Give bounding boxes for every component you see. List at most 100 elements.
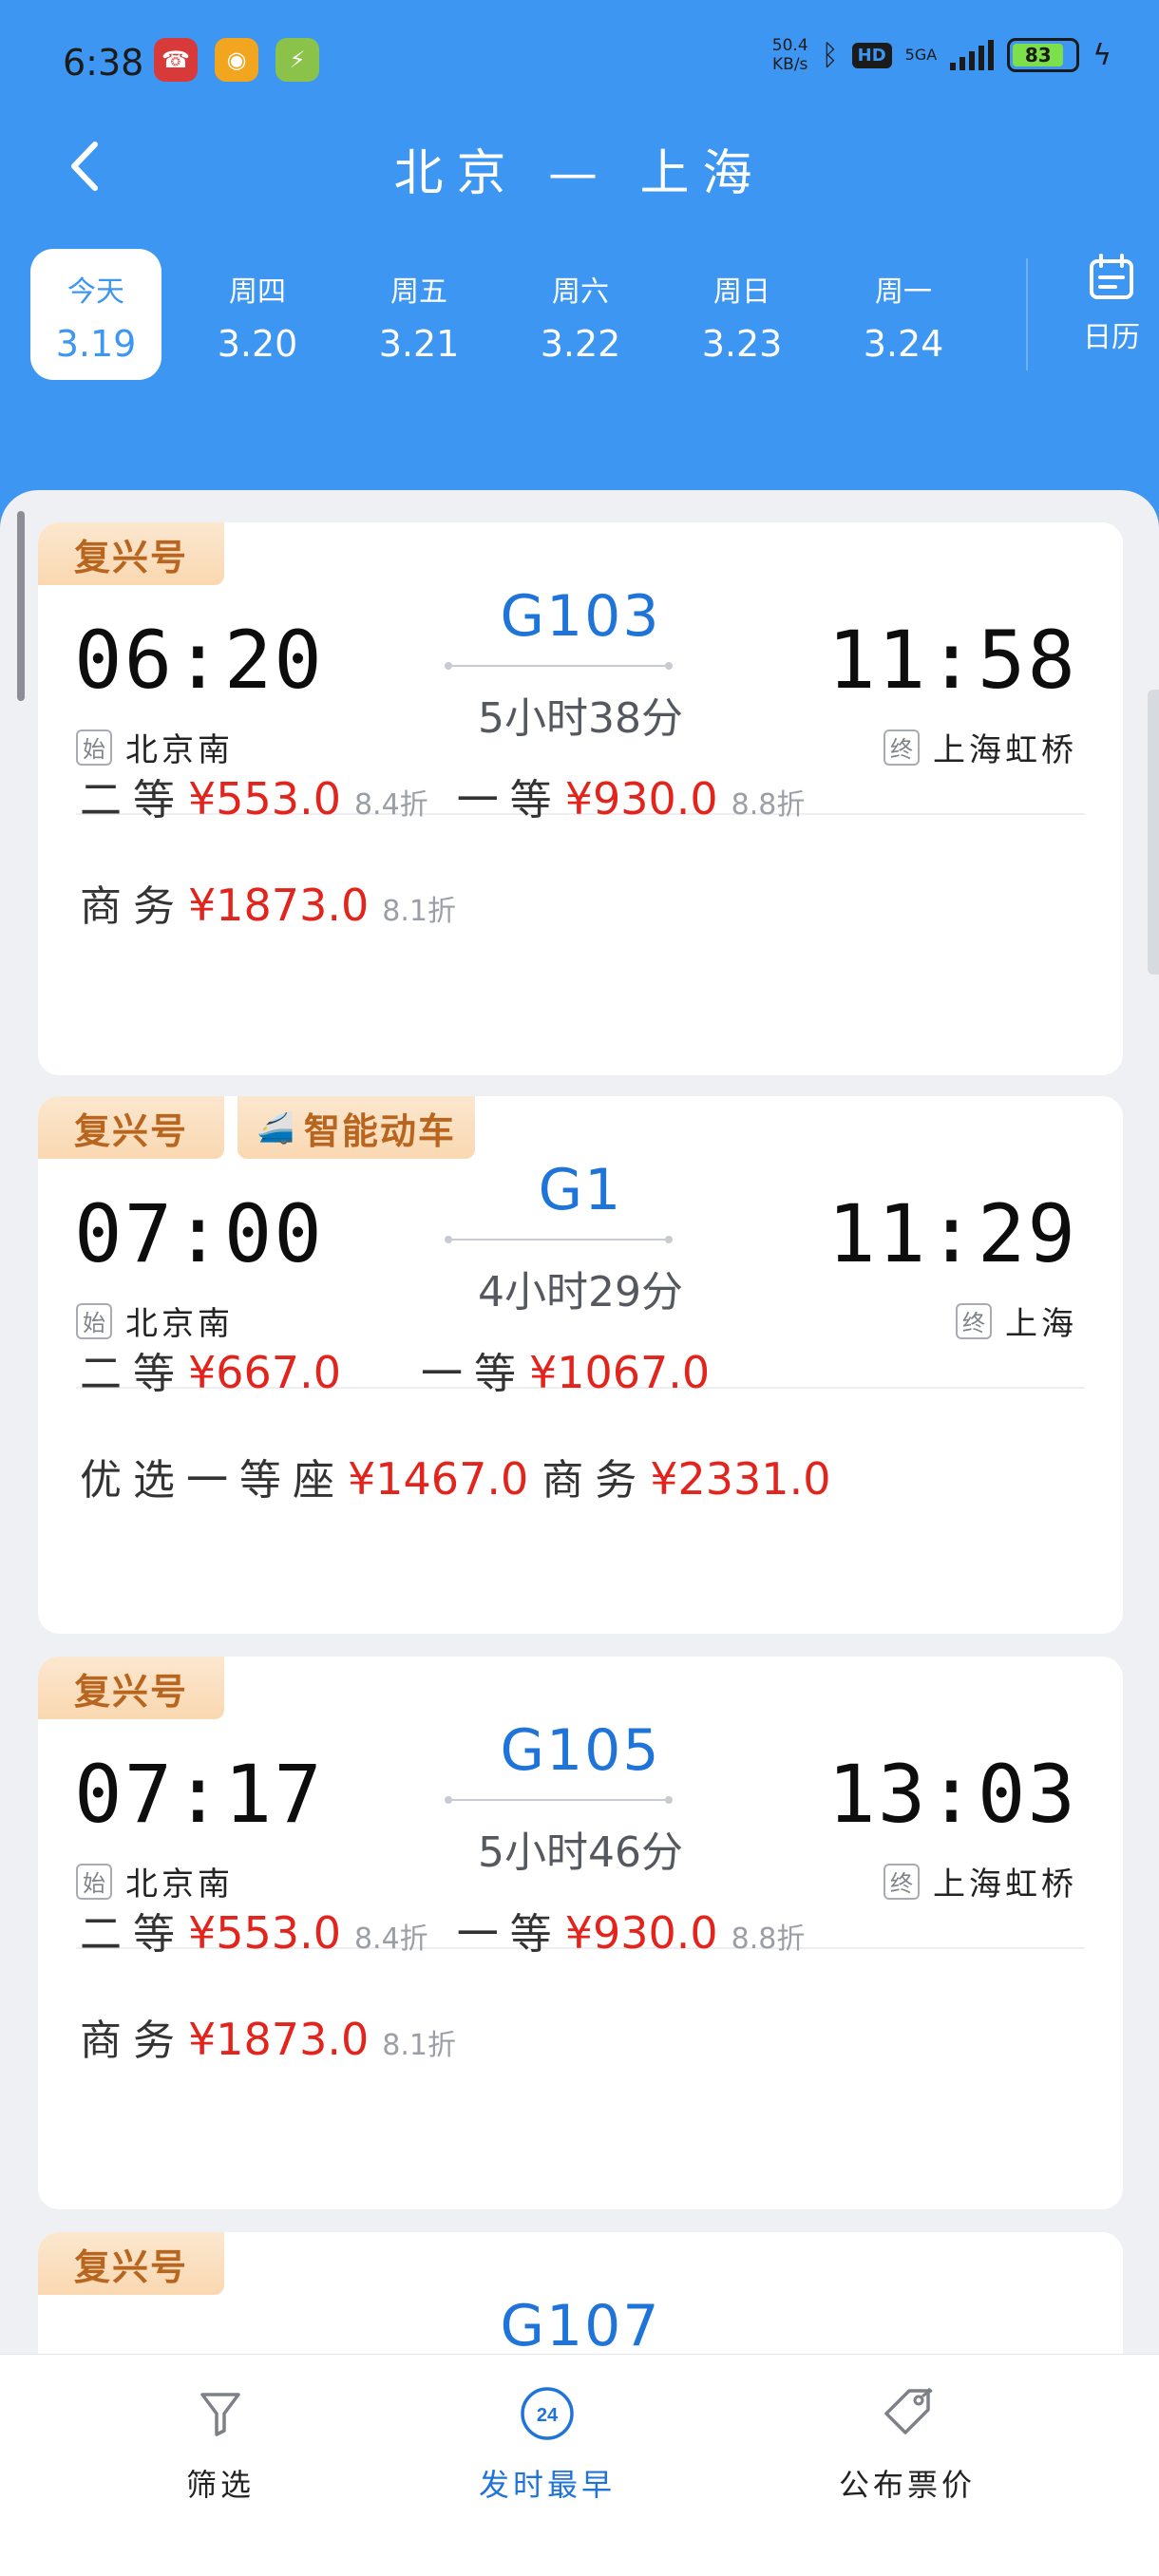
train-badges: 复兴号 🚄 智能动车	[38, 1096, 475, 1159]
seat-class: 二等	[80, 1910, 186, 1959]
app-notification-icon-red: ☎	[154, 38, 198, 82]
seat-discount: 8.8折	[731, 1923, 806, 1956]
arrival-station-name: 上海虹桥	[933, 1866, 1077, 1904]
badge-label: 复兴号	[74, 1109, 189, 1152]
date-tab-weekday: 周五	[390, 275, 447, 309]
charging-icon: ϟ	[1092, 38, 1112, 72]
page-title: 北京 — 上海	[393, 145, 766, 202]
seat-class: 一等	[456, 776, 563, 824]
duration-line	[445, 1796, 673, 1804]
seat-class: 二等	[80, 776, 186, 824]
date-tab-date: 3.23	[701, 323, 783, 365]
seat-price: ¥553.0	[188, 1907, 341, 1959]
clock-24-text: 24	[537, 2405, 559, 2426]
end-tag: 终	[884, 729, 920, 766]
badge-label: 复兴号	[74, 2245, 189, 2288]
scroll-indicator	[17, 511, 25, 701]
departure-station-name: 北京南	[125, 1866, 234, 1904]
date-tab[interactable]: 周五 3.21	[353, 249, 484, 380]
duration-line	[445, 1236, 673, 1243]
arrival-station: 终上海虹桥	[884, 724, 1077, 770]
seat-class: 商务	[542, 1456, 649, 1505]
seat-price: ¥930.0	[564, 773, 718, 824]
date-tab-weekday: 周四	[229, 275, 286, 309]
calendar-button[interactable]: 日历	[1045, 249, 1159, 380]
bottom-bar: 筛选 24 发时最早 公布票价	[0, 2354, 1159, 2576]
train-badges: 复兴号	[38, 2232, 225, 2295]
duration-line	[445, 662, 673, 670]
seat-price: ¥1067.0	[528, 1347, 711, 1398]
net-speed-value: 50.4	[771, 36, 808, 55]
price-row: 优选一等座 ¥1467.0 商务 ¥2331.0	[80, 1446, 1081, 1506]
date-tab[interactable]: 今天 3.19	[30, 249, 162, 380]
seat-price: ¥1467.0	[348, 1453, 529, 1505]
published-price-button[interactable]: 公布票价	[774, 2383, 1040, 2505]
fuxing-badge: 复兴号	[38, 522, 225, 585]
fuxing-badge: 复兴号	[38, 1096, 225, 1159]
sort-earliest-label: 发时最早	[478, 2467, 616, 2503]
seat-discount: 8.1折	[382, 2029, 456, 2062]
clock-24-icon: 24	[521, 2387, 574, 2440]
calendar-label: 日历	[1083, 321, 1140, 354]
status-right: 50.4 KB/s ᛒ HD 5GA 83 ϟ	[772, 36, 1112, 74]
departure-station-name: 北京南	[125, 731, 234, 769]
signal-icon	[950, 40, 995, 70]
start-tag: 始	[76, 1863, 112, 1900]
arrival-station-name: 上海虹桥	[933, 731, 1077, 769]
price-row: 二等 ¥553.0 8.4折 一等 ¥930.0 8.8折	[80, 766, 1081, 826]
seat-discount: 8.1折	[382, 895, 456, 928]
date-tab-date: 3.24	[863, 323, 944, 365]
date-strip: 今天 3.19 周四 3.20 周五 3.21 周六 3.22 周日 3.23 周一 3.24 日历	[30, 249, 1159, 382]
scrollbar-track	[1148, 690, 1159, 975]
departure-station: 始北京南	[76, 1858, 234, 1904]
seat-price: ¥930.0	[564, 1907, 718, 1959]
train-list[interactable]: 复兴号 G103 06:20 11:58 5小时38分始北京南终上海虹桥 二等 ¥553.0…	[0, 490, 1159, 2576]
start-tag: 始	[76, 729, 112, 766]
train-number: G107	[500, 2293, 661, 2359]
app-notification-icon-orange: ◉	[215, 38, 258, 82]
filter-button[interactable]: 筛选	[87, 2383, 353, 2505]
status-app-icons: ☎ ◉ ⚡	[154, 38, 319, 82]
departure-station: 始北京南	[76, 724, 234, 770]
seat-price: ¥1873.0	[188, 2014, 370, 2065]
seat-class: 二等	[80, 1350, 186, 1398]
end-tag: 终	[884, 1863, 920, 1900]
badge-label: 复兴号	[74, 1670, 189, 1713]
app-notification-icon-green: ⚡	[276, 38, 319, 82]
departure-station: 始北京南	[76, 1297, 234, 1344]
status-bar: 6:38 ☎ ◉ ⚡ 50.4 KB/s ᛒ HD 5GA 83 ϟ	[0, 0, 1159, 123]
end-tag: 终	[956, 1302, 992, 1339]
arrival-station: 终上海	[956, 1297, 1077, 1344]
date-tab[interactable]: 周六 3.22	[515, 249, 646, 380]
train-icon: 🚄	[256, 1109, 296, 1146]
arrival-station: 终上海虹桥	[884, 1858, 1077, 1904]
bluetooth-icon: ᛒ	[821, 38, 839, 72]
seat-discount: 8.4折	[353, 1923, 428, 1956]
price-tag-icon	[884, 2387, 933, 2434]
filter-label: 筛选	[185, 2467, 255, 2503]
date-tab-weekday: 周六	[552, 275, 609, 309]
filter-funnel-icon	[200, 2393, 240, 2436]
date-tab[interactable]: 周一 3.24	[838, 249, 969, 380]
date-tab-date: 3.22	[540, 323, 621, 365]
price-row: 二等 ¥553.0 8.4折 一等 ¥930.0 8.8折	[80, 1900, 1081, 1960]
sort-earliest-button[interactable]: 24 发时最早	[414, 2383, 680, 2505]
calendar-icon	[1090, 254, 1133, 299]
seat-class: 优选一等座	[80, 1456, 346, 1505]
seat-class: 一等	[456, 1910, 563, 1959]
start-tag: 始	[76, 1302, 112, 1339]
departure-station-name: 北京南	[125, 1305, 234, 1343]
seat-price: ¥667.0	[188, 1347, 341, 1398]
seat-price: ¥2331.0	[650, 1453, 831, 1505]
date-tab-weekday: 周一	[875, 275, 932, 309]
status-time: 6:38	[63, 42, 144, 84]
train-badges: 复兴号	[38, 522, 225, 585]
date-tab-weekday: 今天	[67, 275, 124, 309]
train-card[interactable]: 复兴号 G105 07:17 13:03 5小时46分始北京南终上海虹桥 二等 ¥553.0…	[38, 1657, 1123, 2209]
train-card[interactable]: 复兴号 🚄 智能动车 G1 07:00 11:29 4小时29分始北京南终上海 二等 ¥667.…	[38, 1096, 1123, 1634]
seat-discount: 8.8折	[731, 788, 806, 822]
train-card[interactable]: 复兴号 G103 06:20 11:58 5小时38分始北京南终上海虹桥 二等 ¥553.0…	[38, 522, 1123, 1075]
date-tab[interactable]: 周日 3.23	[676, 249, 808, 380]
date-tab[interactable]: 周四 3.20	[192, 249, 323, 380]
date-tab-date: 3.21	[378, 323, 460, 365]
